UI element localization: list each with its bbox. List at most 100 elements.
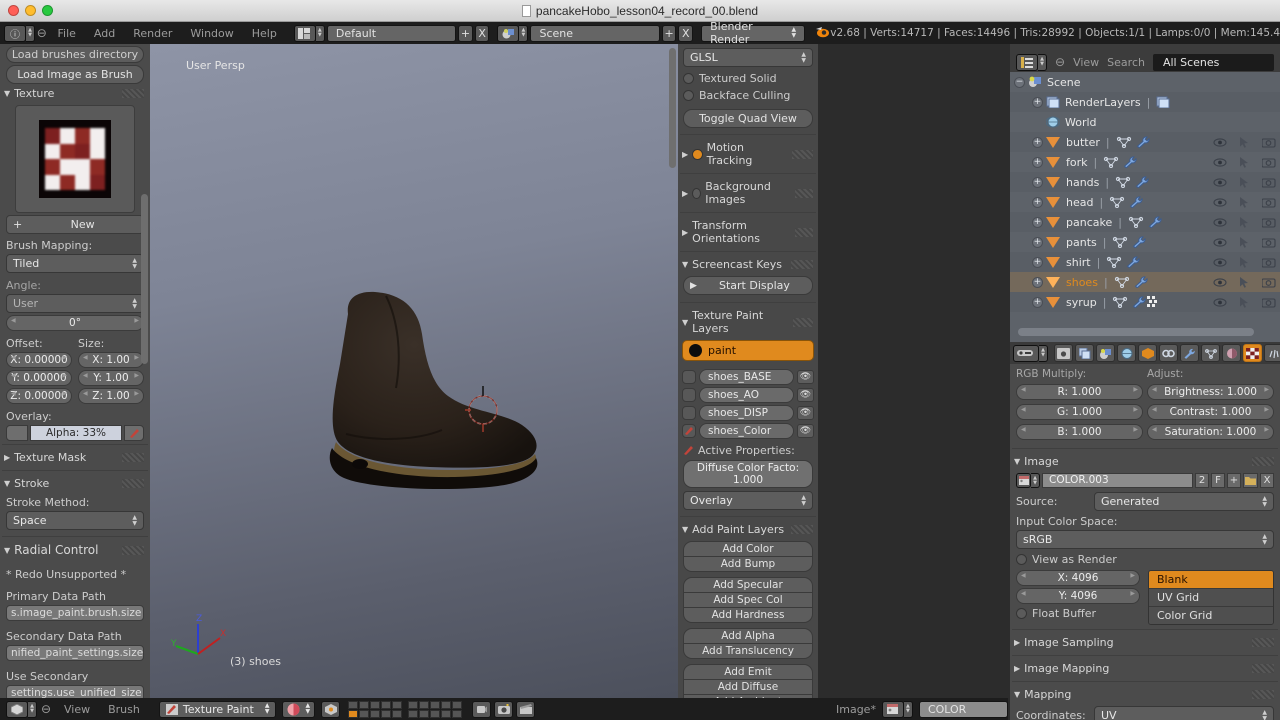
outliner-row-icons[interactable]	[1213, 176, 1276, 188]
image-sampling-section[interactable]: ▶ Image Sampling	[1010, 633, 1280, 652]
scene-arrows[interactable]: ▲ ▼	[519, 24, 529, 42]
load-image-as-brush-button[interactable]: Load Image as Brush	[6, 65, 144, 84]
scene-layer-cell[interactable]	[408, 709, 419, 718]
paint-layer-row[interactable]: shoes_AO 👁	[682, 387, 814, 403]
coordinates-select[interactable]: UV ▲ ▼	[1094, 706, 1274, 720]
outliner-row-fork[interactable]: + fork |	[1010, 152, 1280, 172]
texture-paint-layers-section[interactable]: ▼ Texture Paint Layers	[678, 306, 818, 338]
outliner-row-butter[interactable]: + butter |	[1010, 132, 1280, 152]
image-datablock-arrows[interactable]: ▲ ▼	[903, 700, 913, 718]
interaction-mode-select[interactable]: Texture Paint ▲ ▼	[158, 700, 277, 718]
add-layer-button-add-emit[interactable]: Add Emit	[683, 664, 813, 680]
contrast-field[interactable]: Contrast: 1.000	[1147, 404, 1274, 420]
expand-toggle[interactable]: +	[1032, 96, 1043, 108]
info-editor-selector[interactable]: ⓘ ▲ ▼	[4, 24, 35, 42]
outliner-row-icons[interactable]	[1213, 276, 1276, 288]
scene-layer-cell[interactable]	[441, 709, 452, 718]
eye-icon[interactable]: 👁	[797, 388, 814, 402]
add-paint-layers-section[interactable]: ▼ Add Paint Layers	[678, 520, 818, 539]
footer-menu-view[interactable]: View	[55, 703, 99, 716]
layer-toggle[interactable]	[682, 388, 696, 402]
scene-layer-cell[interactable]	[408, 700, 419, 709]
footer-menu-brush[interactable]: Brush	[99, 703, 149, 716]
expand-toggle[interactable]: +	[1032, 196, 1043, 208]
collapse-icon[interactable]: ⊖	[37, 702, 55, 716]
tool-shelf-scrollbar[interactable]	[141, 194, 148, 364]
image-datablock-name[interactable]: COLOR	[918, 700, 1008, 718]
outliner-scrollbar[interactable]	[1018, 328, 1254, 336]
layer-toggle[interactable]	[682, 406, 696, 420]
outliner-row-pancake[interactable]: + pancake |	[1010, 212, 1280, 232]
screencast-keys-section[interactable]: ▼ Screencast Keys	[678, 255, 818, 274]
angle-value-field[interactable]: 0°	[6, 315, 144, 331]
motion-tracking-toggle-icon[interactable]	[692, 148, 703, 160]
outliner-display-icon[interactable]	[1016, 53, 1038, 71]
scene-layer-cell[interactable]	[452, 709, 463, 718]
editor-type-selector[interactable]: ▲ ▼	[6, 700, 37, 718]
viewport-scrollbar[interactable]	[669, 48, 676, 168]
outliner-row-icons[interactable]	[1213, 156, 1276, 168]
outliner-row-icons[interactable]	[1213, 296, 1276, 308]
generated-type-blank[interactable]: Blank	[1149, 571, 1273, 588]
add-scene-button[interactable]: +	[661, 24, 677, 42]
image-user-count[interactable]: 2	[1195, 473, 1209, 488]
angle-source-select[interactable]: User ▲ ▼	[6, 294, 144, 313]
image-datablock-icon[interactable]	[1016, 473, 1031, 488]
outliner-menu-search[interactable]: Search	[1107, 56, 1145, 69]
scene-icon[interactable]	[497, 24, 520, 42]
blend-mode-select[interactable]: Overlay ▲ ▼	[683, 491, 813, 510]
outliner-row-renderlayers[interactable]: + RenderLayers |	[1010, 92, 1280, 112]
texture-section-header[interactable]: ▼ Texture	[0, 84, 150, 103]
outliner-row-icons[interactable]	[1213, 216, 1276, 228]
properties-world-tab-icon[interactable]	[1117, 344, 1136, 362]
scene-layer-cell[interactable]	[419, 709, 430, 718]
render-icon[interactable]	[494, 700, 514, 718]
image-source-select[interactable]: Generated ▲ ▼	[1094, 492, 1274, 511]
add-layer-button-add-diffuse[interactable]: Add Diffuse	[683, 680, 813, 695]
mapping-section-header[interactable]: ▼ Mapping	[1010, 685, 1280, 704]
size-y-field[interactable]: Y: 1.00	[78, 370, 144, 386]
outliner-row-world[interactable]: World	[1010, 112, 1280, 132]
scene-layers-group-1[interactable]	[348, 700, 403, 718]
generated-type-uv-grid[interactable]: UV Grid	[1149, 588, 1273, 606]
scene-layer-cell[interactable]	[441, 700, 452, 709]
properties-texture-tab-icon[interactable]	[1243, 344, 1262, 362]
scene-layer-cell[interactable]	[381, 700, 392, 709]
secondary-data-path-field[interactable]: nified_paint_settings.size	[6, 645, 144, 661]
lock-camera-icon[interactable]	[472, 700, 492, 718]
expand-toggle[interactable]: +	[1032, 156, 1043, 168]
expand-toggle[interactable]: +	[1032, 136, 1043, 148]
properties-material-tab-icon[interactable]	[1222, 344, 1241, 362]
size-x-field[interactable]: X: 1.00	[78, 352, 144, 368]
start-display-button[interactable]: ▶ Start Display	[683, 276, 813, 295]
new-texture-button[interactable]: + New	[6, 215, 144, 234]
screen-layout-field[interactable]: Default	[326, 24, 457, 42]
eye-icon[interactable]: 👁	[797, 370, 814, 384]
scene-layer-cell[interactable]	[452, 700, 463, 709]
outliner-display-mode-selector[interactable]: ▲ ▼	[1016, 53, 1047, 71]
add-layer-button-add-bump[interactable]: Add Bump	[683, 557, 813, 572]
motion-tracking-section[interactable]: ▶ Motion Tracking	[678, 138, 818, 170]
stroke-section-header[interactable]: ▼ Stroke	[0, 474, 150, 493]
fake-user-toggle[interactable]: F	[1211, 473, 1225, 488]
scene-layer-cell[interactable]	[370, 709, 381, 718]
scene-layer-cell[interactable]	[381, 709, 392, 718]
outliner-row-shirt[interactable]: + shirt |	[1010, 252, 1280, 272]
outliner-row-shoes[interactable]: + shoes |	[1010, 272, 1280, 292]
paint-layer-row[interactable]: shoes_BASE 👁	[682, 369, 814, 385]
scene-layer-cell[interactable]	[430, 700, 441, 709]
outliner-scope-select[interactable]: All Scenes	[1152, 53, 1274, 71]
scene-layers-group-2[interactable]	[408, 700, 463, 718]
scene-layer-cell[interactable]	[348, 700, 359, 709]
3d-viewport[interactable]: User Persp Z Y X (3) shoes	[150, 44, 678, 698]
outliner-row-syrup[interactable]: + syrup |	[1010, 292, 1280, 312]
menu-add[interactable]: Add	[85, 27, 124, 40]
expand-toggle[interactable]: +	[1032, 296, 1043, 308]
active-paint-slot[interactable]: paint	[682, 340, 814, 361]
properties-scene-tab-icon[interactable]	[1096, 344, 1115, 362]
delete-screen-layout-button[interactable]: X	[474, 24, 490, 42]
add-layer-button-add-alpha[interactable]: Add Alpha	[683, 628, 813, 644]
background-images-toggle-icon[interactable]	[692, 187, 702, 199]
primary-data-path-field[interactable]: s.image_paint.brush.size	[6, 605, 144, 621]
brush-mapping-select[interactable]: Tiled ▲ ▼	[6, 254, 144, 273]
